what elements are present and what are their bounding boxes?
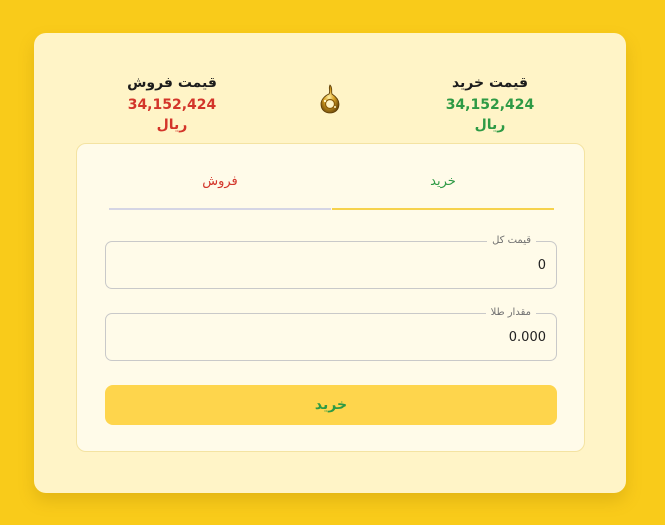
trade-tabs: خرید فروش (109, 172, 554, 210)
sell-price-title: قیمت فروش (127, 75, 217, 91)
gold-amount-field[interactable]: مقدار طلا 0.000 (105, 306, 557, 361)
gold-amount-value[interactable]: 0.000 (509, 329, 546, 347)
trade-card: قیمت خرید 34,152,424 ریال قیمت فروش 34,1… (34, 33, 626, 493)
gold-jewelry-icon (320, 84, 340, 114)
buy-submit-button[interactable]: خرید (105, 385, 557, 425)
gold-amount-label: مقدار طلا (485, 306, 536, 320)
trade-form-panel: خرید فروش قیمت کل 0 مقدار طلا 0.000 خرید (76, 143, 585, 452)
sell-price-value: 34,152,424 ریال (127, 97, 217, 133)
total-price-field[interactable]: قیمت کل 0 (105, 234, 557, 289)
total-price-value[interactable]: 0 (538, 257, 546, 275)
buy-price-title: قیمت خرید (451, 75, 529, 91)
buy-price-block: قیمت خرید 34,152,424 ریال (430, 73, 550, 135)
buy-price-value: 34,152,424 ریال (445, 97, 535, 133)
tab-sell[interactable]: فروش (109, 172, 331, 210)
tab-buy[interactable]: خرید (332, 172, 554, 210)
sell-price-block: قیمت فروش 34,152,424 ریال (112, 73, 232, 135)
total-price-label: قیمت کل (487, 234, 536, 248)
